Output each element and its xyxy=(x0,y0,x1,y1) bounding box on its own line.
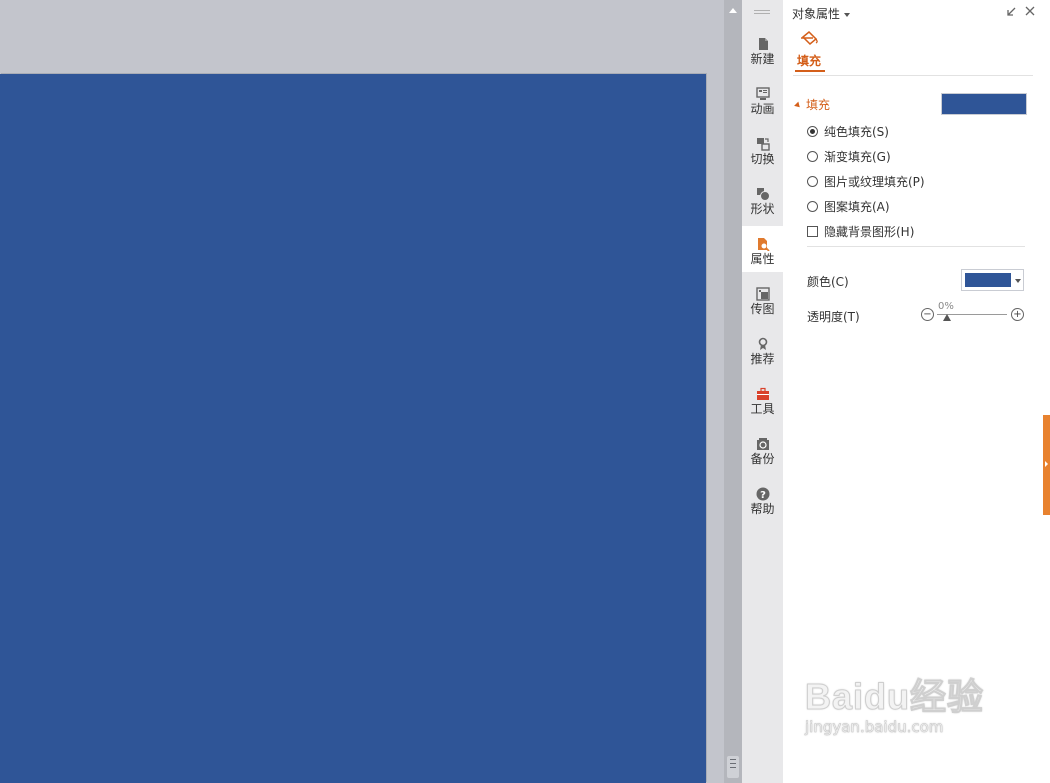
sidebar-item-backup[interactable]: 备份 xyxy=(742,426,783,472)
gradient-fill-option[interactable]: 渐变填充(G) xyxy=(807,148,891,164)
sidebar-item-label: 新建 xyxy=(750,52,775,66)
minus-icon[interactable]: − xyxy=(921,308,934,321)
sidebar-item-label: 传图 xyxy=(750,302,775,316)
gradient-fill-radio[interactable] xyxy=(807,150,818,162)
color-label: 颜色(C) xyxy=(807,275,849,289)
picture-texture-fill-option[interactable]: 图片或纹理填充(P) xyxy=(807,173,925,189)
fill-section-header[interactable]: 填充 xyxy=(794,96,831,113)
chevron-down-icon xyxy=(1015,279,1021,283)
sidebar-item-label: 形状 xyxy=(750,202,775,216)
fill-preview-swatch xyxy=(941,93,1027,115)
chevron-down-icon xyxy=(844,12,851,17)
tab-fill[interactable]: 填充 xyxy=(795,30,823,69)
hide-background-option[interactable]: 隐藏背景图形(H) xyxy=(807,223,914,239)
sidebar-item-label: 推荐 xyxy=(750,352,775,366)
solid-fill-radio[interactable] xyxy=(807,125,818,137)
transparency-label: 透明度(T) xyxy=(807,310,860,324)
sidebar-item-property[interactable]: 属性 xyxy=(742,226,783,272)
dock-panel-icon[interactable] xyxy=(1005,6,1017,18)
gradient-fill-label: 渐变填充(G) xyxy=(824,149,891,164)
backup-icon xyxy=(756,438,769,450)
sidebar-item-label: 切换 xyxy=(750,152,775,166)
picture-texture-fill-label: 图片或纹理填充(P) xyxy=(824,174,925,189)
tab-divider xyxy=(793,75,1033,76)
panel-title-dropdown[interactable]: 对象属性 xyxy=(792,5,851,22)
sidebar-item-help[interactable]: ? 帮助 xyxy=(742,476,783,522)
svg-text:?: ? xyxy=(760,490,766,501)
close-icon[interactable] xyxy=(1024,5,1036,17)
sidebar-item-label: 备份 xyxy=(750,452,775,466)
panel-collapse-tab[interactable] xyxy=(1043,415,1050,515)
collapse-triangle-icon xyxy=(794,101,802,110)
vertical-scrollbar[interactable] xyxy=(724,0,742,783)
pattern-fill-option[interactable]: 图案填充(A) xyxy=(807,198,890,214)
sidebar-drag-handle[interactable] xyxy=(754,10,770,11)
watermark-url: jingyan.baidu.com xyxy=(805,718,944,737)
sidebar-item-recommend[interactable]: 推荐 xyxy=(742,326,783,372)
baidu-jingyan-watermark: Baidu经验 jingyan.baidu.com xyxy=(804,668,985,737)
sidebar-item-switch[interactable]: 切换 xyxy=(742,126,783,172)
scroll-up-arrow-icon[interactable] xyxy=(724,4,742,18)
hide-background-label: 隐藏背景图形(H) xyxy=(824,224,915,239)
slide-canvas[interactable] xyxy=(0,74,706,783)
sidebar-item-label: 动画 xyxy=(750,102,775,116)
pattern-fill-radio[interactable] xyxy=(807,200,818,212)
watermark-logo-text: Baidu经验 xyxy=(804,676,985,718)
fill-section-label: 填充 xyxy=(806,98,831,112)
new-doc-icon xyxy=(758,38,768,50)
sidebar-item-upload-image[interactable]: 传图 xyxy=(742,276,783,322)
switch-icon xyxy=(756,138,770,151)
upload-image-icon xyxy=(755,287,770,301)
solid-fill-option[interactable]: 纯色填充(S) xyxy=(807,123,889,139)
section-divider xyxy=(807,246,1025,247)
sidebar-item-toolbox[interactable]: 工具 xyxy=(742,376,783,422)
animation-icon xyxy=(755,87,770,100)
property-icon xyxy=(757,238,770,251)
scroll-grip[interactable] xyxy=(727,756,739,778)
color-swatch xyxy=(965,273,1011,287)
pattern-fill-label: 图案填充(A) xyxy=(824,199,890,214)
panel-title: 对象属性 xyxy=(792,7,841,21)
toolbox-icon xyxy=(756,387,769,400)
tab-active-indicator xyxy=(795,70,825,72)
sidebar-item-label: 工具 xyxy=(750,402,775,416)
solid-fill-label: 纯色填充(S) xyxy=(824,124,889,139)
task-sidebar: 新建 动画 切换 形状 属性 传图 推荐 工具 备份 ? 帮助 xyxy=(742,0,783,783)
paint-bucket-icon xyxy=(801,30,818,46)
recommend-icon xyxy=(758,337,767,350)
tab-fill-label: 填充 xyxy=(796,54,821,68)
shape-icon xyxy=(756,188,770,201)
sidebar-item-shape[interactable]: 形状 xyxy=(742,176,783,222)
sidebar-item-label: 属性 xyxy=(750,252,775,266)
hide-background-checkbox[interactable] xyxy=(807,225,818,237)
sidebar-item-new[interactable]: 新建 xyxy=(742,26,783,72)
transparency-slider-thumb[interactable] xyxy=(943,314,951,321)
help-icon: ? xyxy=(756,487,769,501)
slide-workspace xyxy=(0,0,724,783)
object-properties-panel: 对象属性 填充 填充 纯色填充(S) 渐变填充(G) 图片或纹理填充(P) 图案… xyxy=(783,0,1050,783)
plus-icon[interactable]: + xyxy=(1011,308,1024,321)
sidebar-item-label: 帮助 xyxy=(750,502,775,516)
color-picker-dropdown[interactable] xyxy=(961,269,1024,291)
picture-texture-fill-radio[interactable] xyxy=(807,175,818,187)
sidebar-item-animation[interactable]: 动画 xyxy=(742,76,783,122)
transparency-value: 0% xyxy=(938,301,954,312)
